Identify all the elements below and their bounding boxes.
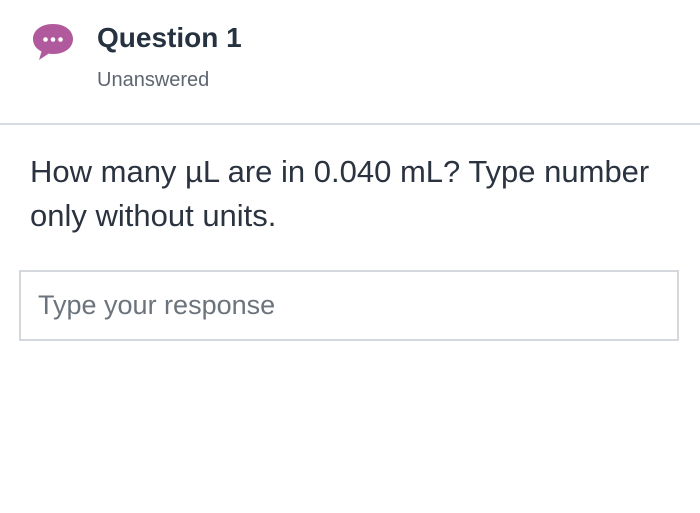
question-header: Question 1 Unanswered bbox=[0, 0, 700, 125]
question-status: Unanswered bbox=[97, 69, 210, 91]
response-field-container[interactable] bbox=[19, 270, 679, 341]
speech-bubble-ellipsis-icon bbox=[33, 24, 73, 60]
question-title: Question 1 bbox=[97, 22, 242, 53]
response-input[interactable] bbox=[21, 272, 677, 339]
question-prompt: How many µL are in 0.040 mL? Type number… bbox=[30, 154, 650, 233]
